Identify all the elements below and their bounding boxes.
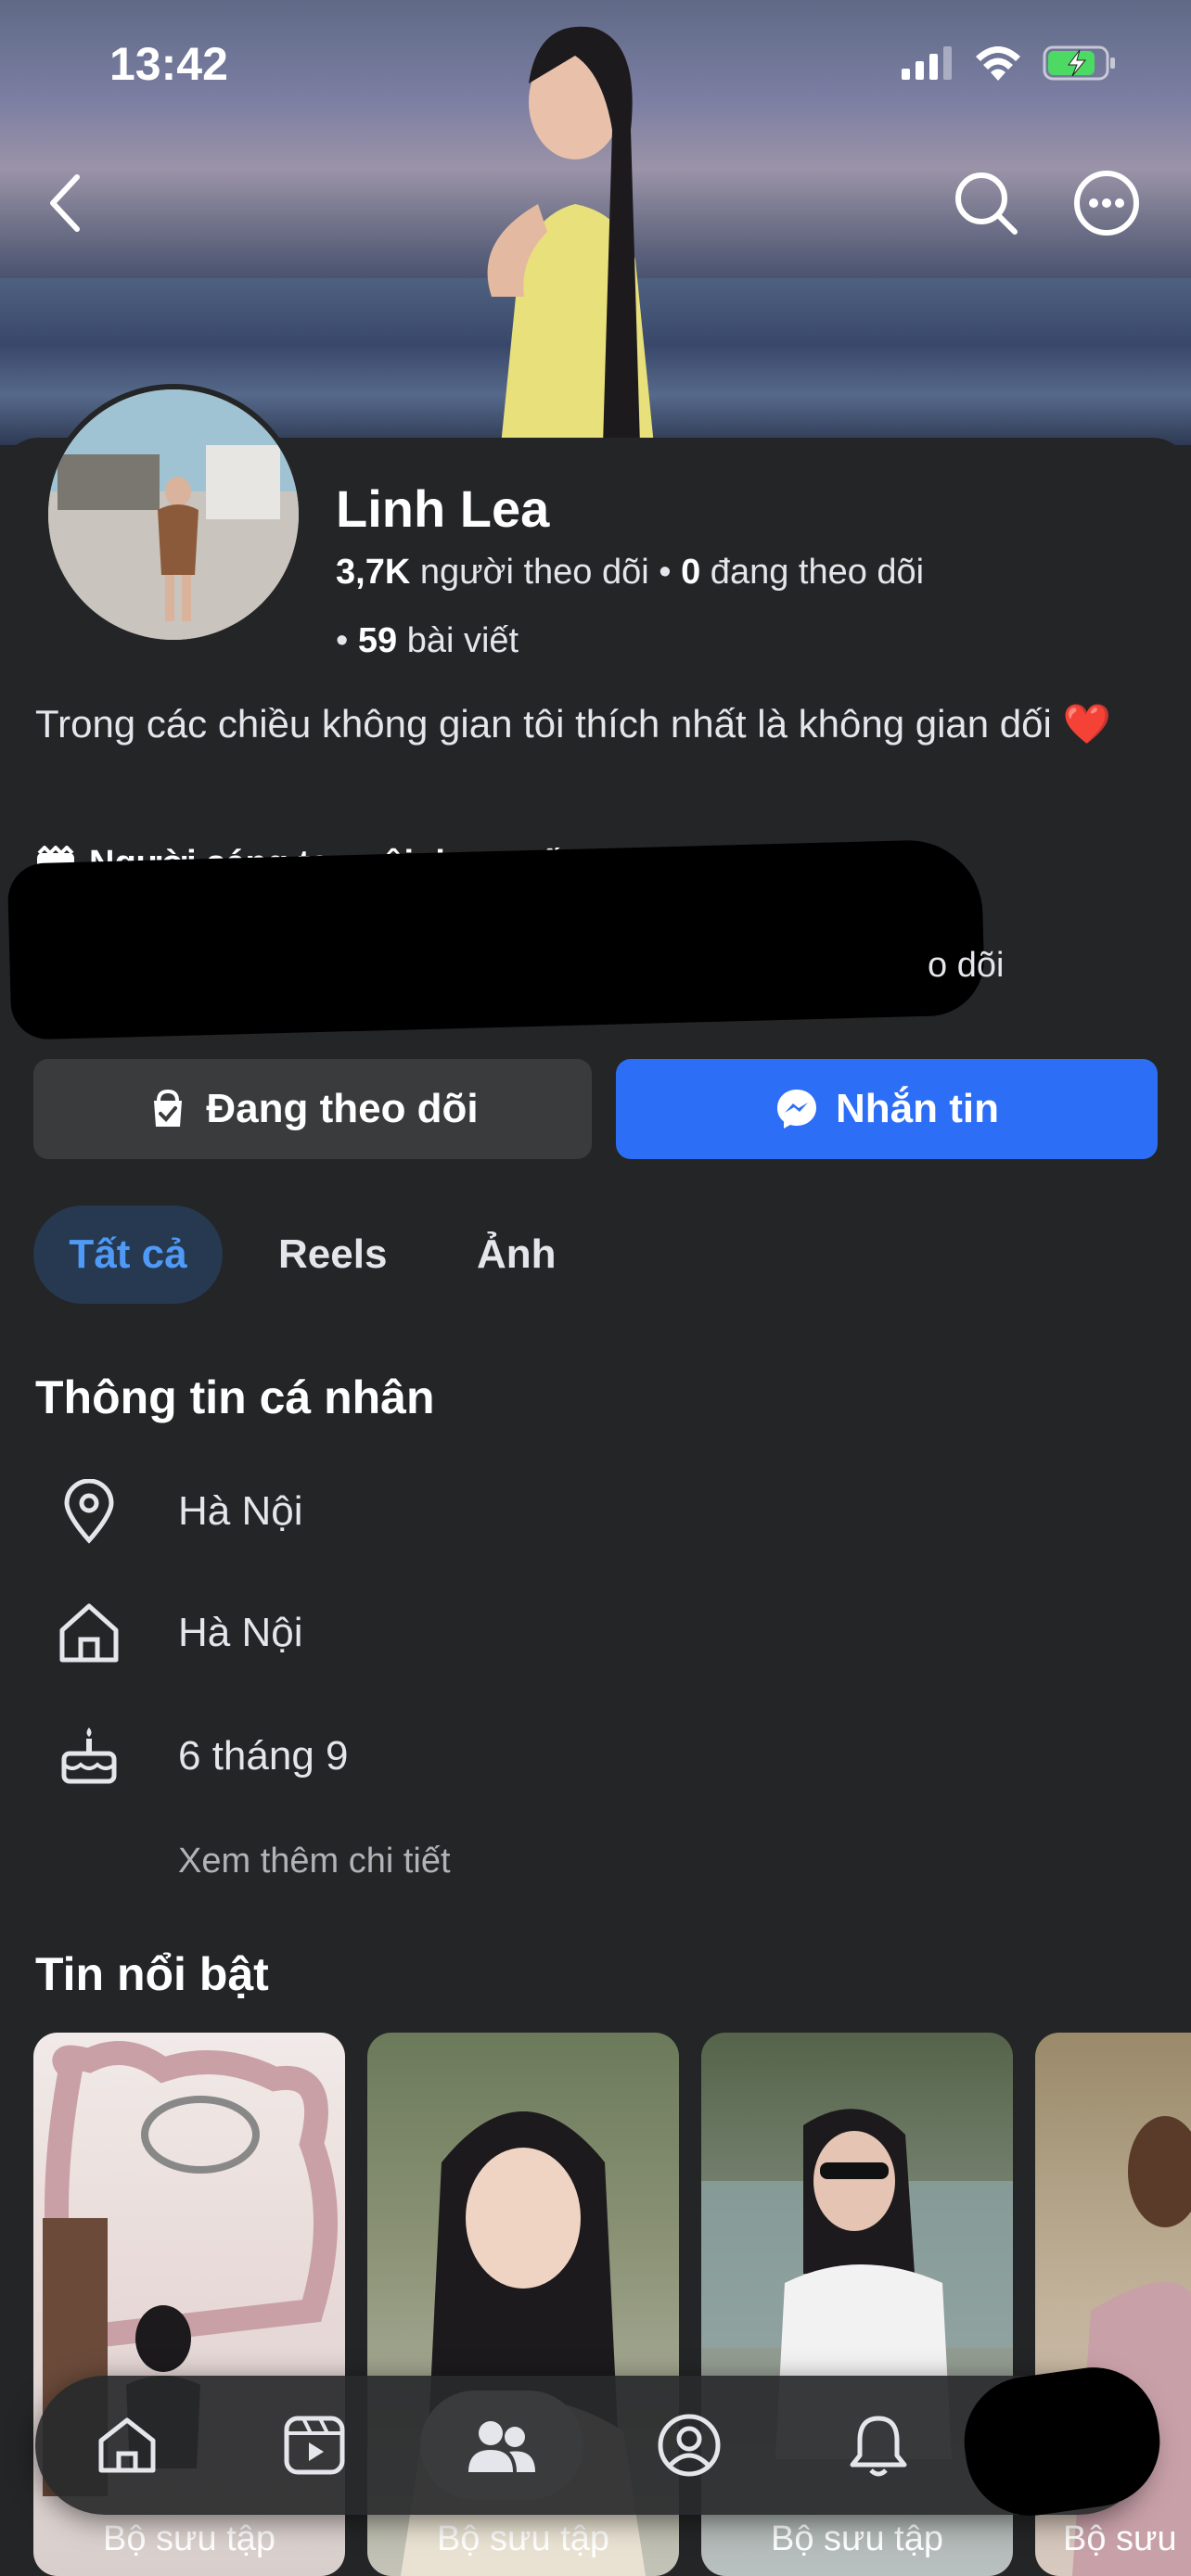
search-icon <box>955 172 1018 235</box>
profile-icon <box>658 2414 721 2477</box>
info-row-location: Hà Nội <box>56 1478 303 1545</box>
posts-label: bài viết <box>397 621 519 660</box>
following-button-label: Đang theo dõi <box>206 1086 479 1131</box>
info-birthday-text: 6 tháng 9 <box>178 1733 349 1779</box>
posts-prefix: • <box>336 621 358 660</box>
search-button[interactable] <box>952 169 1020 237</box>
follow-stats: 3,7K người theo dõi • 0 đang theo dõi <box>336 553 924 593</box>
friends-icon <box>468 2421 535 2472</box>
highlight-label: Bộ sưu tập <box>771 2519 943 2558</box>
redaction-mark <box>6 838 986 1040</box>
following-check-icon <box>154 1089 183 1127</box>
avatar[interactable] <box>43 384 304 645</box>
video-icon <box>284 2416 345 2475</box>
back-button[interactable] <box>32 169 100 237</box>
tab-photos[interactable]: Ảnh <box>477 1205 557 1304</box>
profile-bio: Trong các chiều không gian tôi thích nhấ… <box>35 702 1111 746</box>
highlight-label: Bộ sưu tập <box>437 2519 609 2558</box>
back-arrow-icon <box>50 174 80 232</box>
messenger-icon <box>777 1090 816 1129</box>
highlights-section-title: Tin nổi bật <box>35 1948 269 2000</box>
following-button[interactable]: Đang theo dõi <box>33 1059 592 1159</box>
battery-charging-icon <box>1043 45 1115 81</box>
nav-profile[interactable] <box>634 2391 744 2500</box>
more-options-button[interactable] <box>1072 169 1141 237</box>
more-dots-icon <box>1074 171 1139 236</box>
follow-snippet: o dõi <box>928 946 1005 985</box>
cover-person-image <box>487 26 654 445</box>
info-row-hometown: Hà Nội <box>56 1600 303 1666</box>
bell-icon <box>850 2416 907 2477</box>
tab-reels[interactable]: Reels <box>278 1205 387 1304</box>
following-count[interactable]: 0 <box>681 553 700 592</box>
home-icon <box>56 1600 122 1666</box>
info-hometown-text: Hà Nội <box>178 1610 303 1655</box>
info-location-text: Hà Nội <box>178 1488 303 1534</box>
location-pin-icon <box>56 1478 122 1545</box>
followers-count[interactable]: 3,7K <box>336 553 410 592</box>
followers-label[interactable]: người theo dõi • <box>410 553 681 592</box>
highlight-label: Bộ sưu <box>1063 2519 1177 2558</box>
highlight-label: Bộ sưu tập <box>103 2519 275 2558</box>
avatar-image <box>48 389 299 640</box>
message-button[interactable]: Nhắn tin <box>616 1059 1158 1159</box>
following-label[interactable]: đang theo dõi <box>700 553 924 592</box>
tab-all[interactable]: Tất cả <box>33 1205 223 1304</box>
info-row-birthday: 6 tháng 9 <box>56 1723 349 1790</box>
nav-friends[interactable] <box>420 2391 583 2500</box>
message-button-label: Nhắn tin <box>836 1086 999 1131</box>
post-stats: • 59 bài viết <box>336 621 519 661</box>
see-more-details-link[interactable]: Xem thêm chi tiết <box>178 1842 451 1881</box>
birthday-cake-icon <box>56 1723 122 1790</box>
status-icons <box>902 45 1117 82</box>
profile-name: Linh Lea <box>336 479 550 538</box>
signal-icon <box>902 46 952 80</box>
nav-notifications[interactable] <box>824 2391 933 2500</box>
status-time: 13:42 <box>109 38 228 90</box>
nav-home[interactable] <box>72 2391 182 2500</box>
home-icon <box>98 2417 156 2473</box>
posts-count: 59 <box>357 621 398 660</box>
nav-video[interactable] <box>260 2391 369 2500</box>
wifi-icon <box>976 46 1020 81</box>
info-section-title: Thông tin cá nhân <box>35 1371 435 1423</box>
